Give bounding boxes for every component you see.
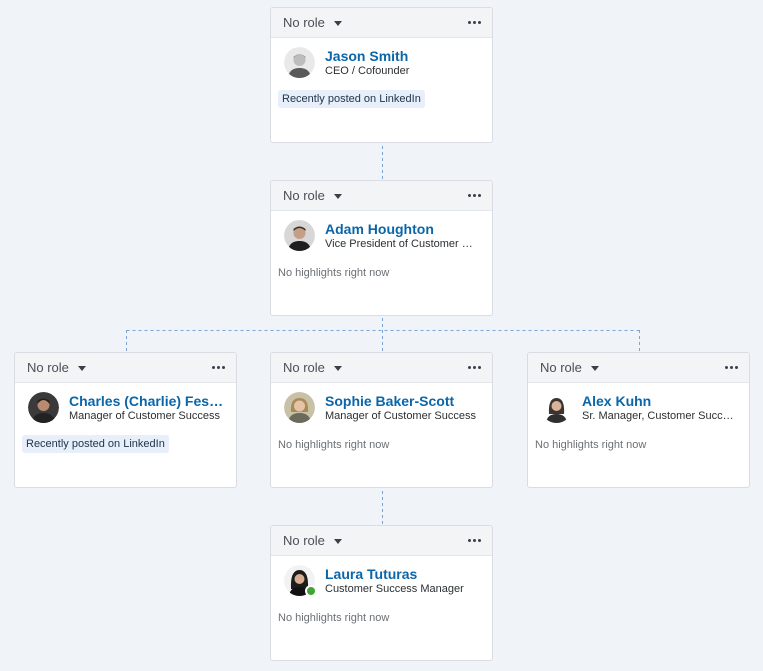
person-title: Vice President of Customer Success (325, 237, 480, 250)
person-title: CEO / Cofounder (325, 64, 410, 77)
caret-down-icon (77, 365, 86, 371)
person-summary: Laura Tuturas Customer Success Manager (284, 565, 485, 597)
person-name-link[interactable]: Charles (Charlie) Fessenden (69, 393, 224, 409)
role-label: No role (283, 188, 325, 203)
org-card-jason-smith: No role Jason Smith CEO / Cofounder Rece… (270, 7, 493, 143)
more-options-icon[interactable] (723, 362, 740, 373)
person-avatar-icon[interactable] (284, 392, 315, 423)
more-options-icon[interactable] (466, 190, 483, 201)
card-header: No role (271, 526, 492, 556)
org-card-charles-fessenden: No role Charles (Charlie) Fessenden Mana… (14, 352, 237, 488)
person-summary: Jason Smith CEO / Cofounder (284, 47, 485, 78)
role-dropdown[interactable]: No role (283, 533, 342, 548)
more-options-icon[interactable] (466, 535, 483, 546)
person-title: Manager of Customer Success (325, 409, 477, 422)
person-title: Customer Success Manager (325, 582, 464, 595)
person-name-link[interactable]: Jason Smith (325, 48, 480, 64)
person-summary: Charles (Charlie) Fessenden Manager of C… (28, 392, 229, 423)
caret-down-icon (333, 193, 342, 199)
caret-down-icon (333, 365, 342, 371)
role-dropdown[interactable]: No role (27, 360, 86, 375)
person-summary: Adam Houghton Vice President of Customer… (284, 220, 485, 251)
person-avatar-icon[interactable] (284, 47, 315, 78)
role-label: No role (283, 533, 325, 548)
online-status-icon (305, 585, 317, 597)
highlight-badge[interactable]: Recently posted on LinkedIn (22, 435, 169, 453)
org-card-sophie-baker-scott: No role Sophie Baker-Scott Manager of Cu… (270, 352, 493, 488)
caret-down-icon (333, 20, 342, 26)
role-dropdown[interactable]: No role (540, 360, 599, 375)
role-label: No role (540, 360, 582, 375)
person-title: Manager of Customer Success (69, 409, 221, 422)
card-header: No role (271, 353, 492, 383)
role-label: No role (283, 15, 325, 30)
person-avatar-icon[interactable] (541, 392, 572, 423)
role-dropdown[interactable]: No role (283, 360, 342, 375)
org-card-alex-kuhn: No role Alex Kuhn Sr. Manager, Customer … (527, 352, 750, 488)
person-title: Sr. Manager, Customer Success (582, 409, 737, 422)
role-label: No role (283, 360, 325, 375)
caret-down-icon (590, 365, 599, 371)
org-card-laura-tuturas: No role Laura Tuturas Customer Success M… (270, 525, 493, 661)
more-options-icon[interactable] (466, 17, 483, 28)
person-avatar-icon[interactable] (284, 565, 317, 597)
person-name-link[interactable]: Alex Kuhn (582, 393, 737, 409)
person-summary: Alex Kuhn Sr. Manager, Customer Success (541, 392, 742, 423)
card-header: No role (15, 353, 236, 383)
person-summary: Sophie Baker-Scott Manager of Customer S… (284, 392, 485, 423)
person-avatar-icon[interactable] (28, 392, 59, 423)
highlight-badge[interactable]: Recently posted on LinkedIn (278, 90, 425, 108)
no-highlights-text: No highlights right now (278, 439, 390, 451)
org-card-adam-houghton: No role Adam Houghton Vice President of … (270, 180, 493, 316)
card-header: No role (271, 8, 492, 38)
role-label: No role (27, 360, 69, 375)
card-header: No role (528, 353, 749, 383)
more-options-icon[interactable] (466, 362, 483, 373)
more-options-icon[interactable] (210, 362, 227, 373)
person-name-link[interactable]: Sophie Baker-Scott (325, 393, 480, 409)
no-highlights-text: No highlights right now (278, 612, 390, 624)
role-dropdown[interactable]: No role (283, 15, 342, 30)
no-highlights-text: No highlights right now (535, 439, 647, 451)
caret-down-icon (333, 538, 342, 544)
role-dropdown[interactable]: No role (283, 188, 342, 203)
no-highlights-text: No highlights right now (278, 267, 390, 279)
person-avatar-icon[interactable] (284, 220, 315, 251)
card-header: No role (271, 181, 492, 211)
person-name-link[interactable]: Laura Tuturas (325, 566, 480, 582)
person-name-link[interactable]: Adam Houghton (325, 221, 480, 237)
